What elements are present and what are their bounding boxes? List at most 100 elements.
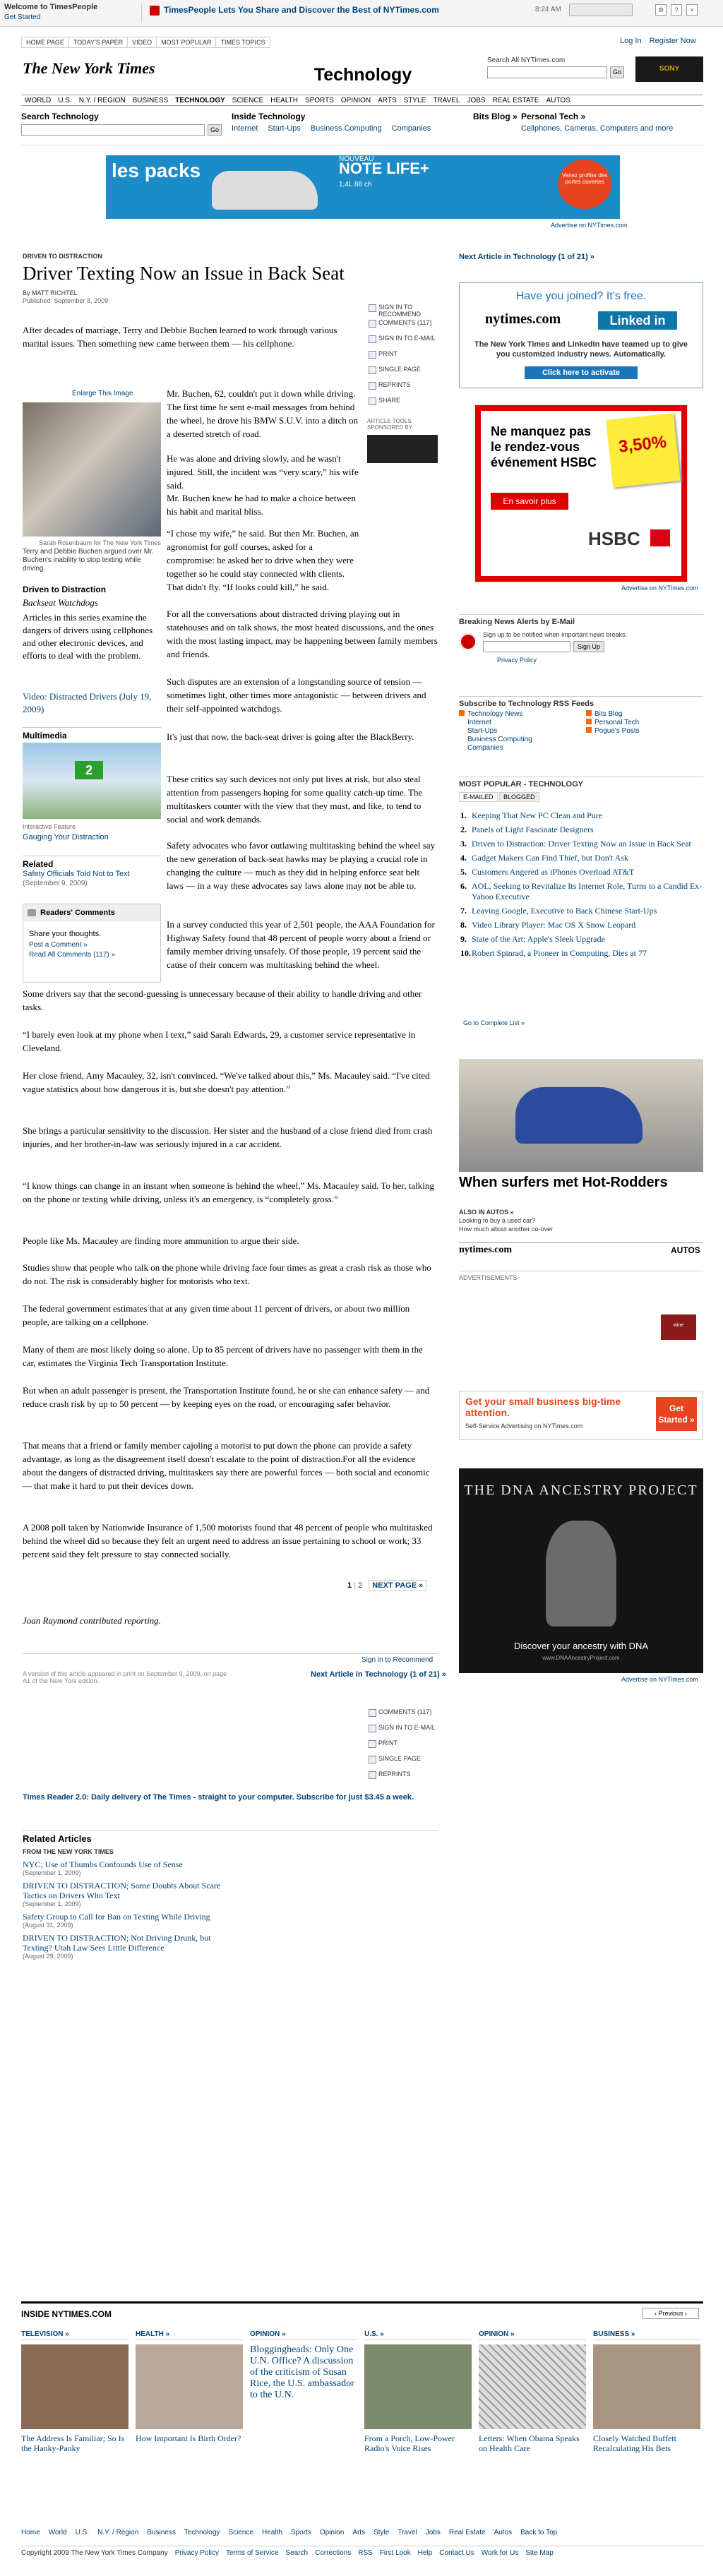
footer-link[interactable]: Science (228, 2529, 253, 2536)
related-article-link[interactable]: Safety Group to Call for Ban on Texting … (23, 1912, 234, 1922)
linkedin-activate-button[interactable]: Click here to activate (525, 366, 638, 379)
top-link-topics[interactable]: TIMES TOPICS (215, 37, 270, 48)
inside-item-category[interactable]: TELEVISION » (21, 2330, 129, 2340)
get-started-link[interactable]: Get Started (4, 13, 40, 21)
footer-link[interactable]: Back to Top (520, 2529, 557, 2536)
nav-us[interactable]: U.S. (54, 95, 75, 104)
tool-comments[interactable]: COMMENTS (117) (367, 1708, 438, 1724)
nav-sports[interactable]: SPORTS (301, 95, 337, 104)
sign-in-recommend-link[interactable]: Sign in to Recommend (362, 1656, 433, 1664)
advertise-link[interactable]: Advertise on NYTimes.com (621, 1676, 698, 1683)
footer-link[interactable]: Opinion (320, 2529, 344, 2536)
tool-reprints[interactable]: REPRINTS (367, 381, 438, 397)
next-article-link-top[interactable]: Next Article in Technology (1 of 21) » (459, 253, 703, 261)
footer-link[interactable]: Business (147, 2529, 176, 2536)
tab-blogged[interactable]: BLOGGED (499, 792, 539, 802)
search-input[interactable] (487, 66, 607, 78)
footer-link[interactable]: Contact Us (439, 2549, 474, 2557)
inside-item[interactable]: BUSINESS » Closely Watched Buffett Recal… (593, 2330, 700, 2453)
inside-item-image[interactable] (479, 2344, 586, 2429)
tool-single-page[interactable]: SINGLE PAGE (367, 1755, 438, 1771)
advertise-link[interactable]: Advertise on NYTimes.com (551, 222, 628, 229)
footer-link[interactable]: Site Map (525, 2549, 553, 2557)
related-article-link[interactable]: NYC; Use of Thumbs Confounds Use of Sens… (23, 1859, 234, 1869)
tool-print[interactable]: PRINT (367, 350, 438, 366)
post-comment-link[interactable]: Post a Comment » (29, 941, 88, 949)
subnav-internet[interactable]: Internet (232, 124, 258, 133)
footer-link[interactable]: N.Y. / Region (97, 2529, 138, 2536)
footer-link[interactable]: Autos (494, 2529, 513, 2536)
footer-link[interactable]: Style (374, 2529, 389, 2536)
section-search-go-button[interactable]: Go (208, 124, 222, 136)
rss-link[interactable]: Pogue's Posts (586, 727, 699, 736)
list-item[interactable]: 8. Video Library Player: Mac OS X Snow Le… (459, 920, 703, 930)
list-item[interactable]: 1. Keeping That New PC Clean and Pure (459, 810, 703, 821)
settings-icon[interactable]: ⚙ (655, 4, 667, 16)
autos-ad-head[interactable]: When surfers met Hot-Rodders (459, 1175, 703, 1190)
advertise-link[interactable]: Advertise on NYTimes.com (621, 585, 698, 592)
section-search-input[interactable] (21, 124, 205, 136)
search-go-button[interactable]: Go (610, 66, 624, 78)
inside-item[interactable]: U.S. » From a Porch, Low-Power Radio's V… (364, 2330, 472, 2453)
dna-ad[interactable]: THE DNA ANCESTRY PROJECT Discover your a… (459, 1468, 703, 1673)
footer-link[interactable]: Travel (398, 2529, 417, 2536)
nav-world[interactable]: WORLD (21, 95, 54, 104)
tool-single-page[interactable]: SINGLE PAGE (367, 366, 438, 381)
tool-email[interactable]: SIGN IN TO E-MAIL (367, 335, 438, 350)
tool-share[interactable]: SHARE (367, 397, 438, 412)
inside-item-caption[interactable]: Closely Watched Buffett Recalculating Hi… (593, 2433, 700, 2453)
list-item[interactable]: 9. State of the Art: Apple's Sleek Upgrad… (459, 934, 703, 945)
rss-link[interactable]: Technology News (459, 710, 572, 719)
tool-print[interactable]: PRINT (367, 1739, 438, 1755)
read-comments-link[interactable]: Read All Comments (117) » (29, 951, 115, 959)
close-icon[interactable]: × (686, 4, 698, 16)
footer-link[interactable]: Home (21, 2529, 40, 2536)
rss-link[interactable]: Personal Tech (586, 719, 699, 727)
timespeople-toggle[interactable] (569, 4, 633, 16)
nav-autos[interactable]: AUTOS (543, 95, 574, 104)
nav-business[interactable]: BUSINESS (129, 95, 172, 104)
subnav-startups[interactable]: Start-Ups (268, 124, 300, 133)
related-link[interactable]: Safety Officials Told Not to Text (23, 870, 130, 878)
enlarge-image-link[interactable]: Enlarge This Image (72, 390, 133, 397)
nav-jobs[interactable]: JOBS (463, 95, 489, 104)
sponsor-logo[interactable]: SONY (635, 56, 703, 82)
inside-item-caption[interactable]: Letters: When Obama Speaks on Health Car… (479, 2433, 586, 2453)
help-icon[interactable]: ? (671, 4, 682, 16)
footer-link[interactable]: Jobs (426, 2529, 441, 2536)
rss-link[interactable]: Bits Blog (586, 710, 699, 719)
list-item[interactable]: 4. Gadget Makers Can Find Thief, but Don'… (459, 853, 703, 863)
footer-link[interactable]: RSS (358, 2549, 373, 2557)
tools-sponsor-image[interactable] (367, 435, 438, 463)
footer-link[interactable]: Arts (352, 2529, 365, 2536)
footer-link[interactable]: Technology (184, 2529, 220, 2536)
top-link-home[interactable]: HOME PAGE (21, 37, 69, 48)
footer-link[interactable]: Help (418, 2549, 433, 2557)
inside-item-caption[interactable]: From a Porch, Low-Power Radio's Voice Ri… (364, 2433, 472, 2453)
subnav-companies[interactable]: Companies (392, 124, 431, 133)
inside-item-category[interactable]: U.S. » (364, 2330, 472, 2340)
footer-link[interactable]: Terms of Service (226, 2549, 278, 2557)
tool-reprints[interactable]: REPRINTS (367, 1771, 438, 1786)
inside-item[interactable]: TELEVISION » The Address Is Familiar; So… (21, 2330, 129, 2453)
autos-ad-image[interactable] (459, 1059, 703, 1172)
inside-item-category[interactable]: OPINION » (250, 2330, 357, 2340)
hsbc-ad[interactable]: Ne manquez pas le rendez-vous événement … (474, 405, 688, 582)
nav-style[interactable]: STYLE (400, 95, 430, 104)
list-item[interactable]: 10. Robert Spinrad, a Pioneer in Computin… (459, 948, 703, 959)
inside-item[interactable]: OPINION » Letters: When Obama Speaks on … (479, 2330, 586, 2453)
bits-blog-link[interactable]: Bits Blog » (473, 112, 518, 121)
rss-link[interactable]: Internet (459, 719, 572, 727)
alerts-signup-button[interactable]: Sign Up (573, 641, 604, 652)
nav-arts[interactable]: ARTS (374, 95, 400, 104)
top-banner-ad[interactable]: les packs NOUVEAU NOTE LIFE+ 1,4L 88 ch … (106, 155, 620, 219)
alerts-email-input[interactable] (483, 641, 570, 652)
inside-item-image[interactable] (21, 2344, 129, 2429)
inside-item-caption[interactable]: The Address Is Familiar; So Is the Hanky… (21, 2433, 129, 2453)
login-link[interactable]: Log In (620, 37, 642, 45)
inside-item-category[interactable]: BUSINESS » (593, 2330, 700, 2340)
times-reader-promo[interactable]: Times Reader 2.0: Daily delivery of The … (23, 1793, 414, 1802)
page-2-link[interactable]: 2 (358, 1581, 362, 1590)
inside-item-image[interactable] (136, 2344, 243, 2429)
nav-real-estate[interactable]: REAL ESTATE (489, 95, 543, 104)
